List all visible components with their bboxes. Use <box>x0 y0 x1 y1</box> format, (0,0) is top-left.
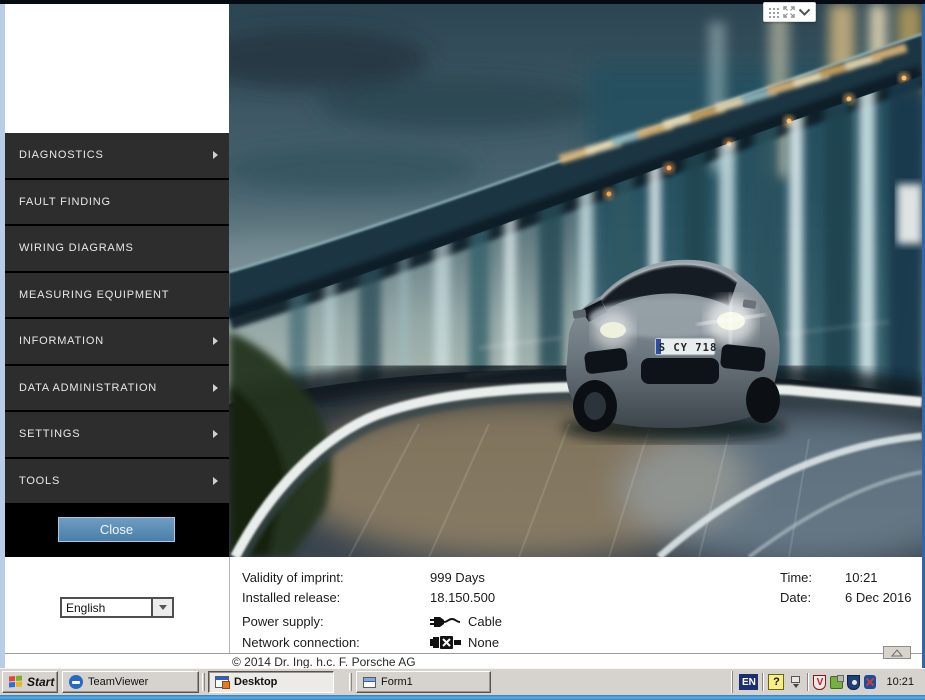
status-label: Power supply: <box>242 614 324 629</box>
power-plug-icon <box>430 616 462 628</box>
panel-divider <box>229 557 230 653</box>
status-label: Installed release: <box>242 590 340 605</box>
time-label: Time: <box>780 570 812 585</box>
tray-separator <box>807 673 809 691</box>
chevron-down-icon <box>793 684 799 688</box>
window-bottom-border <box>0 695 925 700</box>
taskbar-button-form1[interactable]: Form1 <box>356 671 491 693</box>
brand-logo-area <box>5 4 229 133</box>
language-select[interactable]: English <box>60 597 174 618</box>
submenu-arrow-icon <box>213 384 218 392</box>
menu-item-label: DIAGNOSTICS <box>5 149 104 161</box>
splash-image-scene: S CY 718 <box>229 4 922 557</box>
help-icon[interactable]: ? <box>768 674 784 690</box>
taskbar: Start TeamViewer Desktop Form1 EN ? V <box>0 668 925 695</box>
triangle-up-icon <box>891 649 903 657</box>
license-plate: S CY 718 <box>655 338 717 355</box>
menu-item-label: MEASURING EQUIPMENT <box>5 289 169 301</box>
form-window-icon <box>363 677 376 688</box>
menu-item-measuring-equipment[interactable]: MEASURING EQUIPMENT <box>5 273 229 320</box>
menu-item-label: INFORMATION <box>5 335 104 347</box>
menu-item-label: TOOLS <box>5 475 60 487</box>
start-button-label: Start <box>27 675 54 689</box>
date-value: 6 Dec 2016 <box>845 590 912 605</box>
sidebar-footer: Close <box>5 503 229 557</box>
chevron-down-icon[interactable] <box>798 7 811 17</box>
menu-item-settings[interactable]: SETTINGS <box>5 412 229 459</box>
status-value: Cable <box>430 614 502 629</box>
fullscreen-expand-icon[interactable] <box>783 6 795 18</box>
language-indicator[interactable]: EN <box>739 674 758 690</box>
window-glyph-icon <box>791 676 800 683</box>
hidden-icons-button[interactable] <box>788 673 803 691</box>
language-panel: English <box>5 557 229 668</box>
menu-item-data-administration[interactable]: DATA ADMINISTRATION <box>5 366 229 413</box>
menu-item-label: DATA ADMINISTRATION <box>5 382 157 394</box>
antivirus-shield-icon[interactable]: V <box>813 675 826 690</box>
submenu-arrow-icon <box>213 151 218 159</box>
date-label: Date: <box>780 590 811 605</box>
menu-item-label: WIRING DIAGRAMS <box>5 242 134 254</box>
teamviewer-icon <box>69 675 83 689</box>
status-value: 999 Days <box>430 570 485 585</box>
submenu-arrow-icon <box>213 477 218 485</box>
time-value: 10:21 <box>845 570 878 585</box>
network-disconnected-icon <box>430 636 462 649</box>
status-value-text: None <box>468 635 499 650</box>
system-tray: EN ? V 10:21 <box>732 671 922 693</box>
menu-item-wiring-diagrams[interactable]: WIRING DIAGRAMS <box>5 226 229 273</box>
security-shield-icon[interactable] <box>847 675 860 690</box>
license-plate-text: S CY 718 <box>659 342 718 354</box>
start-button[interactable]: Start <box>2 671 58 693</box>
submenu-arrow-icon <box>213 430 218 438</box>
main-menu: DIAGNOSTICS FAULT FINDING WIRING DIAGRAM… <box>5 133 229 503</box>
chevron-down-icon <box>159 605 167 610</box>
desktop-window-icon <box>215 676 229 688</box>
menu-item-tools[interactable]: TOOLS <box>5 459 229 504</box>
tray-separator <box>762 673 764 691</box>
menu-item-label: FAULT FINDING <box>5 196 111 208</box>
bluetooth-icon[interactable] <box>864 675 876 689</box>
windows-logo-icon <box>9 675 22 689</box>
taskbar-grip[interactable] <box>349 673 352 691</box>
menu-item-fault-finding[interactable]: FAULT FINDING <box>5 180 229 227</box>
scroll-up-button[interactable] <box>883 646 911 659</box>
menu-item-diagnostics[interactable]: DIAGNOSTICS <box>5 133 229 180</box>
menu-item-label: SETTINGS <box>5 428 80 440</box>
taskbar-grip[interactable] <box>202 673 205 691</box>
status-panel: Validity of imprint: 999 Days Time: 10:2… <box>229 557 922 668</box>
status-value: None <box>430 635 499 650</box>
language-select-value: English <box>62 599 151 616</box>
taskbar-button-label: Form1 <box>381 676 413 688</box>
taskbar-button-label: Desktop <box>234 676 277 688</box>
taskbar-button-desktop[interactable]: Desktop <box>208 671 334 693</box>
status-value-text: Cable <box>468 614 502 629</box>
language-dropdown-button[interactable] <box>151 599 172 616</box>
status-label: Validity of imprint: <box>242 570 344 585</box>
grid-icon[interactable] <box>768 7 779 18</box>
taskbar-button-teamviewer[interactable]: TeamViewer <box>62 671 199 693</box>
taskbar-button-label: TeamViewer <box>88 676 148 688</box>
submenu-arrow-icon <box>213 337 218 345</box>
usb-device-icon[interactable] <box>830 676 843 689</box>
status-value: 18.150.500 <box>430 590 495 605</box>
copyright-divider <box>5 653 922 654</box>
splash-image: S CY 718 <box>229 4 922 557</box>
menu-item-information[interactable]: INFORMATION <box>5 319 229 366</box>
close-button[interactable]: Close <box>58 517 175 542</box>
taskbar-clock[interactable]: 10:21 <box>880 676 917 688</box>
remote-desktop-screen: { "sidebar": { "menu": [ { "label": "DIA… <box>0 0 925 700</box>
status-label: Network connection: <box>242 635 360 650</box>
copyright-text: © 2014 Dr. Ing. h.c. F. Porsche AG <box>232 655 416 669</box>
remote-view-toolbar <box>763 2 816 22</box>
